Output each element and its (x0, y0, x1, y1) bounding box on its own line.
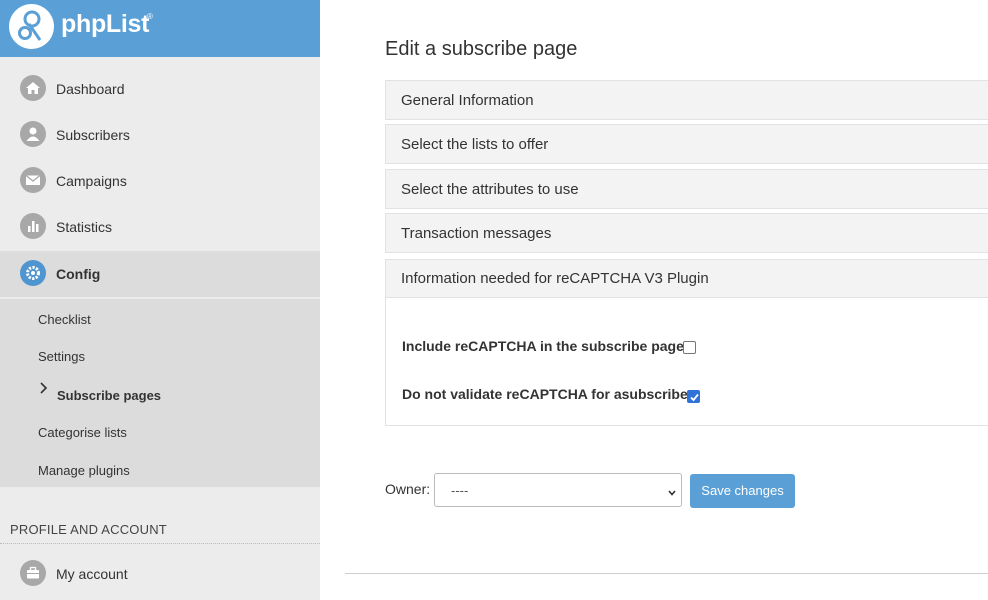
submenu-manage-plugins[interactable]: Manage plugins (38, 463, 130, 478)
nav-config[interactable]: Config (0, 251, 320, 297)
profile-section-title: PROFILE AND ACCOUNT (10, 522, 167, 537)
nav-my-account[interactable]: My account (0, 551, 320, 597)
submenu-subscribe-pages[interactable]: Subscribe pages (57, 388, 161, 403)
gear-icon (20, 260, 46, 286)
footer-divider (345, 573, 988, 574)
page-title: Edit a subscribe page (385, 38, 578, 60)
nav-config-label: Config (56, 266, 101, 282)
nav-subscribers-label: Subscribers (56, 127, 130, 143)
nav-statistics-label: Statistics (56, 219, 113, 235)
main-content: Edit a subscribe page General Informatio… (320, 0, 988, 600)
owner-select-value: ---- (451, 483, 469, 498)
nav-subscribers[interactable]: Subscribers (0, 112, 320, 158)
skip-validation-checkbox[interactable] (687, 390, 700, 403)
submenu-checklist[interactable]: Checklist (38, 312, 91, 327)
panel-title: Select the lists to offer (401, 136, 549, 153)
envelope-icon (20, 167, 46, 193)
skip-validation-label: Do not validate reCAPTCHA for asubscribe (402, 386, 688, 402)
nav-my-account-label: My account (56, 566, 128, 582)
checkmark-icon (690, 393, 699, 402)
nav-campaigns-label: Campaigns (56, 173, 127, 189)
chevron-down-icon (667, 485, 677, 503)
home-icon (20, 75, 46, 101)
save-changes-button[interactable]: Save changes (690, 474, 795, 508)
panel-recaptcha-header[interactable]: Information needed for reCAPTCHA V3 Plug… (386, 260, 988, 298)
include-recaptcha-checkbox[interactable] (683, 341, 696, 354)
owner-label: Owner: (385, 481, 431, 497)
panel-title: Select the attributes to use (401, 181, 579, 198)
bar-chart-icon (20, 213, 46, 239)
nav-dashboard-label: Dashboard (56, 81, 125, 97)
panel-title: General Information (401, 92, 534, 109)
nav-statistics[interactable]: Statistics (0, 204, 320, 250)
submenu-settings[interactable]: Settings (38, 349, 85, 364)
nav-campaigns[interactable]: Campaigns (0, 158, 320, 204)
phplist-logo-icon (9, 4, 54, 49)
panel-select-attributes[interactable]: Select the attributes to use (385, 169, 988, 209)
submenu-categorise-lists[interactable]: Categorise lists (38, 425, 127, 440)
panel-general-information[interactable]: General Information (385, 80, 988, 120)
panel-transaction-messages[interactable]: Transaction messages (385, 213, 988, 253)
briefcase-icon (20, 560, 46, 586)
logo-bar[interactable]: phpList ® (0, 0, 320, 57)
panel-recaptcha: Information needed for reCAPTCHA V3 Plug… (385, 259, 988, 426)
owner-select[interactable]: ---- (434, 473, 682, 507)
nav-dashboard[interactable]: Dashboard (0, 66, 320, 112)
user-icon (20, 121, 46, 147)
include-recaptcha-label: Include reCAPTCHA in the subscribe page (402, 338, 684, 354)
panel-title: Transaction messages (401, 225, 552, 242)
chevron-right-icon (38, 381, 48, 400)
sidebar: phpList ® Dashboard Subscribers Campaign… (0, 0, 320, 600)
brand-name: phpList (61, 10, 150, 38)
panel-title: Information needed for reCAPTCHA V3 Plug… (401, 270, 709, 287)
section-divider (0, 543, 320, 544)
panel-select-lists[interactable]: Select the lists to offer (385, 124, 988, 164)
registered-mark: ® (147, 12, 153, 21)
